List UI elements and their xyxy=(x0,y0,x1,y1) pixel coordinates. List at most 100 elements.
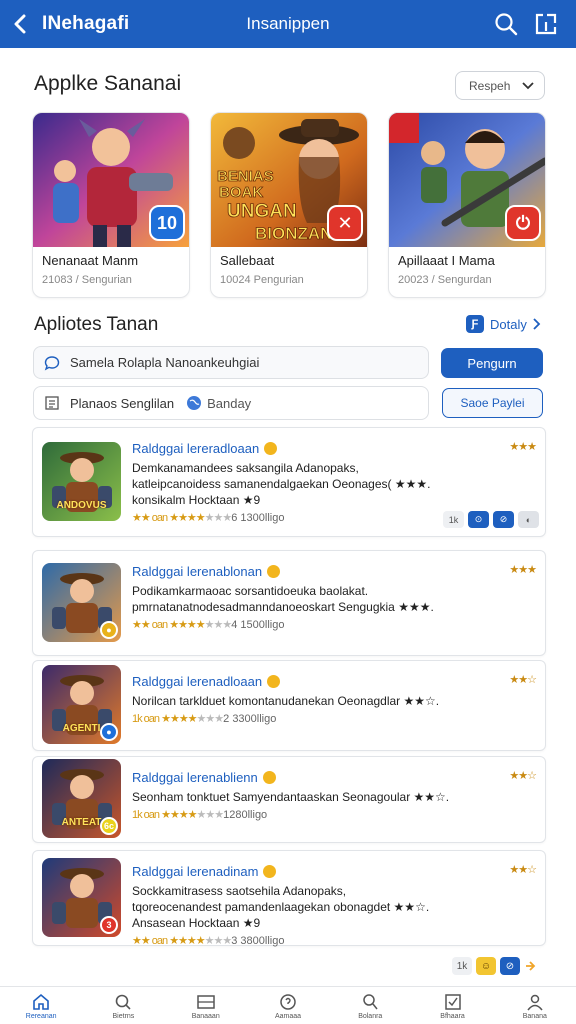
nav-label: Aamaaa xyxy=(274,1013,302,1020)
app-title: Raldggai lerenablonan xyxy=(132,564,263,579)
featured-app-name: Nenanaat Manm xyxy=(42,253,139,268)
app-description: Sockkamitrasess saotsehila Adanopaks, xyxy=(132,884,347,898)
app-title-link[interactable]: Raldggai lereradloaan xyxy=(132,441,278,456)
filter-app-icon: Ƒ xyxy=(466,315,484,333)
see-all-label: Dotaly xyxy=(490,316,527,332)
back-button[interactable] xyxy=(0,0,42,48)
chat-bubble-icon xyxy=(44,355,60,370)
nav-item-profile-search[interactable]: Bolanra xyxy=(329,987,411,1024)
app-description: Norilcan tarklduet komontanudanekan Oeon… xyxy=(132,694,440,708)
app-description: Ansasean Hocktaan ★9 xyxy=(132,916,261,930)
see-all-link[interactable]: Ƒ Dotaly xyxy=(466,314,541,334)
nav-item-help[interactable]: Aamaaa xyxy=(247,987,329,1024)
meta-stars: 1k oan xyxy=(132,713,162,725)
nav-label: Banana xyxy=(522,1013,547,1020)
page-controls: 1k ☺ ⊘ xyxy=(452,957,536,975)
next-page-button[interactable]: ⊘ xyxy=(500,957,520,975)
back-arrow-icon xyxy=(14,14,26,34)
app-title-link[interactable]: Raldggai lerenablonan xyxy=(132,564,281,579)
meta-stars: ★★ oan xyxy=(132,619,170,631)
verified-icon xyxy=(267,565,281,578)
help-icon xyxy=(280,994,296,1010)
meta-stars: ★★★★ xyxy=(169,935,205,947)
filter-button[interactable]: Saoe Paylei xyxy=(442,388,543,418)
app-action-button[interactable]: 1k xyxy=(443,511,464,528)
app-list-item[interactable]: ● Raldggai lerenablonan ★★★ Podikamkarmaoac… xyxy=(32,550,546,656)
featured-app-meta: 20023 / Sengurdan xyxy=(398,274,492,286)
search-button[interactable]: Pengurn xyxy=(441,348,543,378)
nav-item-home[interactable]: Rereanan xyxy=(0,987,82,1024)
nav-label: Rereanan xyxy=(25,1013,57,1020)
app-meta: ★★ oan ★★★★★★★4 1500lligo xyxy=(132,618,284,631)
forward-arrow-icon[interactable] xyxy=(524,960,536,972)
app-header: INehagafi Insanippen xyxy=(0,0,576,48)
app-list-item[interactable]: AGENTI ● Raldggai lerenadloaan ★★☆ Norilcan … xyxy=(32,660,546,751)
app-description: Seonham tonktuet Samyendantaaskan Seonag… xyxy=(132,790,450,804)
app-description: Demkanamandees saksangila Adanopaks, xyxy=(132,461,359,475)
artwork-text: BENIAS xyxy=(217,168,274,185)
featured-apps-row: 10 Nenanaat Manm 21083 / Sengurian BENIA… xyxy=(32,112,546,298)
app-rating: ★★★ xyxy=(509,441,537,453)
chevron-right-icon xyxy=(533,318,541,330)
artwork-text: BIONZAN xyxy=(255,224,332,243)
meta-stars: ★★★★ xyxy=(161,809,197,821)
app-title-link[interactable]: Raldggai lerenadloaan xyxy=(132,674,281,689)
app-meta: ★★ oan ★★★★★★★6 1300lligo xyxy=(132,511,284,524)
featured-app-card[interactable]: 10 Nenanaat Manm 21083 / Sengurian xyxy=(32,112,190,298)
thumbnail-badge: ● xyxy=(100,723,118,741)
meta-stars-gray: ★★★ xyxy=(196,809,225,821)
meta-stars: 1k oan xyxy=(132,809,162,821)
meta-stars: ★★★★ xyxy=(169,619,205,631)
nav-item-tasks[interactable]: Bfhaara xyxy=(411,987,493,1024)
meta-count: 2 3300lligo xyxy=(223,713,277,725)
app-title-link[interactable]: Raldggai lerenablienn xyxy=(132,770,276,785)
emoji-button[interactable]: ☺ xyxy=(476,957,496,975)
search-icon[interactable] xyxy=(494,12,518,36)
app-rating: ★★☆ xyxy=(509,770,537,782)
app-title: Raldggai lerenadinam xyxy=(132,864,259,879)
app-badge: ⏻ xyxy=(505,205,541,241)
app-meta: 1k oan ★★★★★★★2 3300lligo xyxy=(132,712,276,725)
app-title: Raldggai lerenadloaan xyxy=(132,674,263,689)
app-artwork: 10 xyxy=(33,113,189,247)
thumbnail-text: ANDOVUS xyxy=(56,499,107,511)
filter-chip[interactable]: Banday xyxy=(186,395,251,411)
meta-stars-gray: ★★★ xyxy=(204,935,233,947)
nav-item-search[interactable]: Bietrns xyxy=(82,987,164,1024)
check-icon xyxy=(444,994,461,1010)
app-action-button[interactable]: ⊘ xyxy=(493,511,514,528)
app-title-link[interactable]: Raldggai lerenadinam xyxy=(132,864,277,879)
share-icon[interactable] xyxy=(534,12,558,36)
person-icon xyxy=(527,994,543,1011)
search-input[interactable]: Samela Rolapla Nanoankeuhgiai xyxy=(33,346,429,379)
app-list-item[interactable]: ANTEAT 6c Raldggai lerenablienn ★★☆ Seonham … xyxy=(32,756,546,843)
nav-item-grid[interactable]: Banaaan xyxy=(165,987,247,1024)
verified-icon xyxy=(264,442,278,455)
app-thumbnail: ANDOVUS xyxy=(42,441,121,521)
featured-app-card[interactable]: ⏻ Apillaaat I Mama 20023 / Sengurdan xyxy=(388,112,546,298)
sort-dropdown[interactable]: Respeh xyxy=(455,71,545,100)
featured-app-card[interactable]: BENIAS BOAK UNGAN BIONZAN ✕ Sallebaat 10… xyxy=(210,112,368,298)
globe-icon xyxy=(187,396,202,410)
app-badge: 10 xyxy=(149,205,185,241)
thumbnail-badge: ● xyxy=(100,620,118,639)
list-icon xyxy=(45,396,59,410)
search-placeholder: Samela Rolapla Nanoankeuhgiai xyxy=(70,355,260,370)
app-action-button[interactable]: ⊙ xyxy=(468,511,489,528)
grid-icon xyxy=(196,995,215,1009)
nav-item-account[interactable]: Banana xyxy=(494,987,576,1024)
featured-app-meta: 21083 / Sengurian xyxy=(42,274,132,286)
chevron-down-icon xyxy=(522,81,534,89)
app-action-button[interactable]: ◐ xyxy=(518,511,539,528)
app-title: INehagafi xyxy=(42,13,130,34)
app-meta: ★★ oan ★★★★★★★3 3800lligo xyxy=(132,934,284,947)
meta-count: 3 3800lligo xyxy=(231,935,285,947)
verified-icon xyxy=(262,771,276,784)
app-title: Raldggai lerenablienn xyxy=(132,770,258,785)
app-list-item[interactable]: ANDOVUS Raldggai lereradloaan ★★★ Demkanama… xyxy=(32,427,546,537)
filter-field[interactable]: Planaos Senglilan Banday xyxy=(33,386,429,420)
app-thumbnail: AGENTI ● xyxy=(42,665,121,744)
meta-stars: ★★ oan xyxy=(132,512,170,524)
app-rating: ★★★ xyxy=(509,564,537,576)
app-list-item[interactable]: 3 Raldggai lerenadinam ★★☆ Sockkamitrasess … xyxy=(32,850,546,947)
